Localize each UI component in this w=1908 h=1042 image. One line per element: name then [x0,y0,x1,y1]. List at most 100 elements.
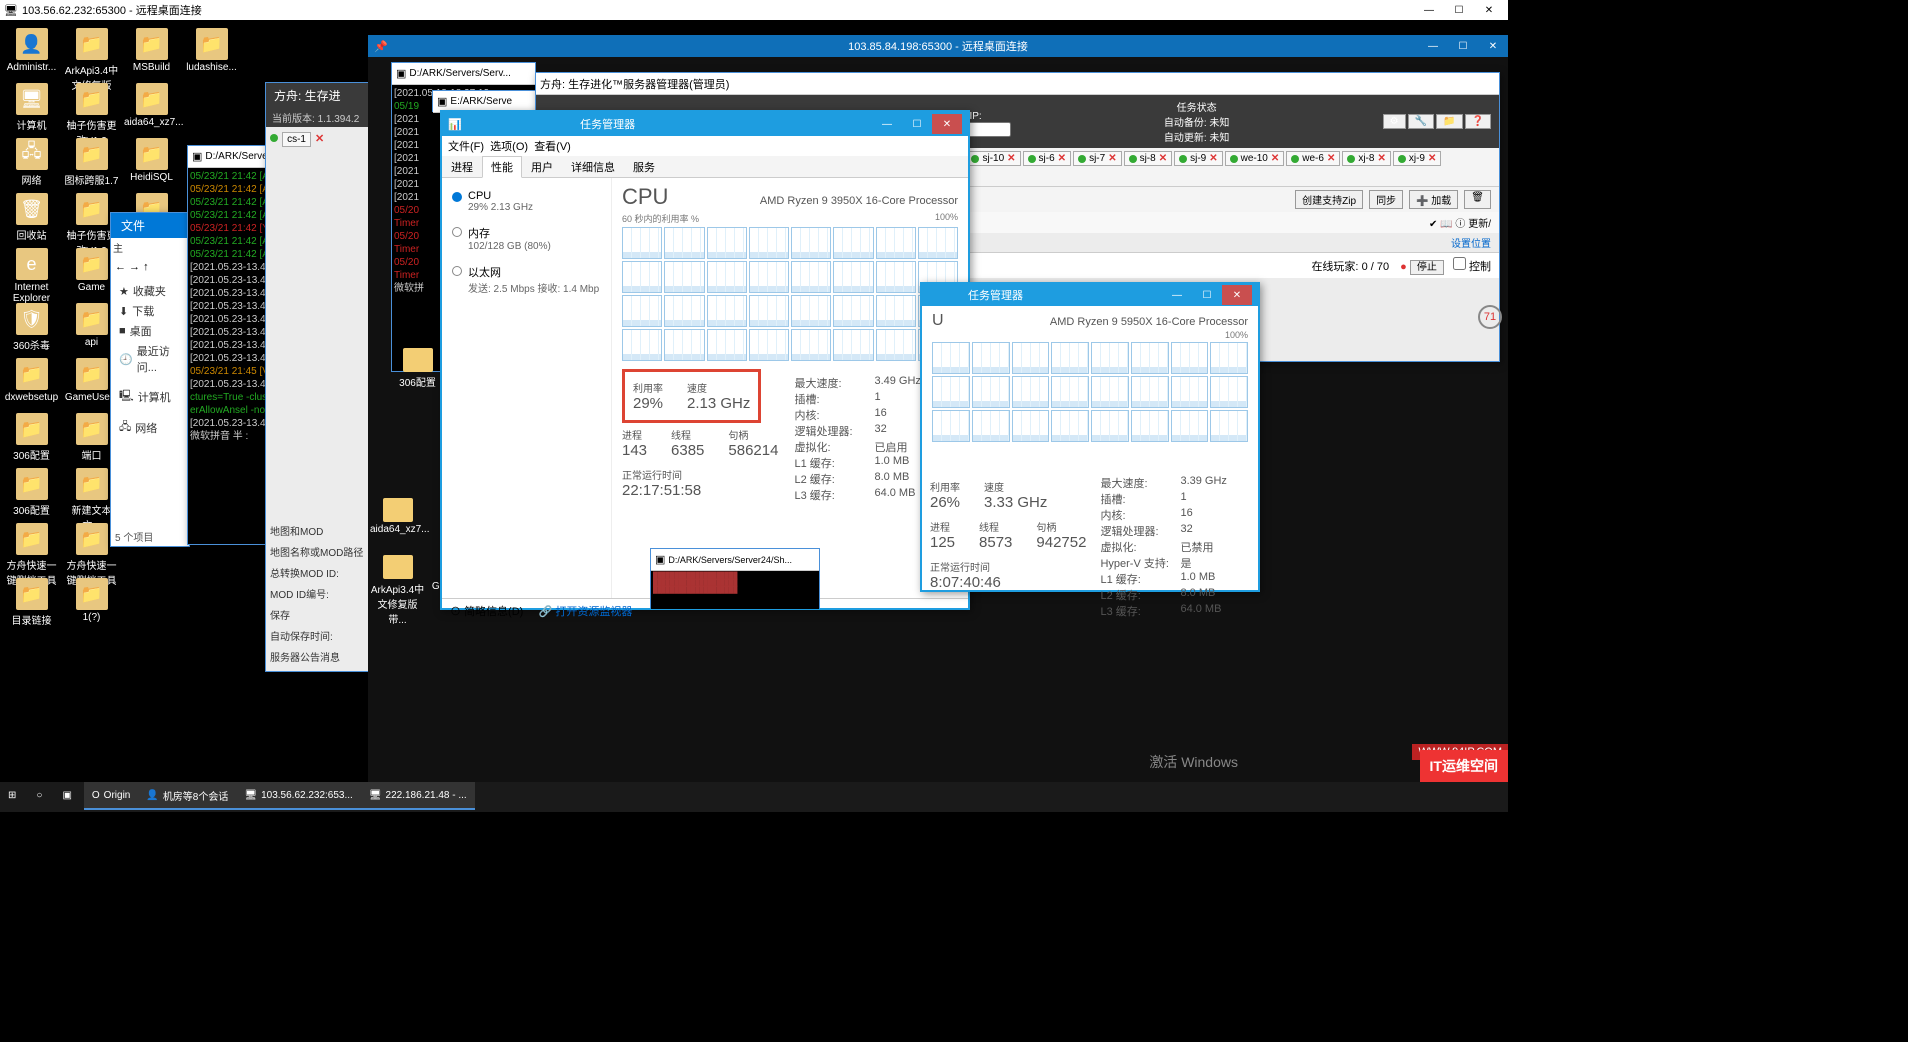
desktop-icon[interactable]: 🛡360杀毒 [4,303,59,352]
minimize-button[interactable]: — [1414,0,1444,20]
desktop-icon[interactable]: 🗑回收站 [4,193,59,242]
tm1-min[interactable]: — [872,114,902,134]
cpu-info-row: L2 缓存:8.0 MB [794,471,920,487]
nav-pc[interactable]: 🖳 计算机 [115,385,185,408]
tm1-side-mem[interactable]: 内存102/128 GB (80%) [450,221,603,260]
tm-tab[interactable]: 进程 [442,156,482,177]
cpu-core-graph [1012,376,1050,408]
server-tab[interactable]: sj-7 ✕ [1073,151,1122,166]
tm-tab[interactable]: 性能 [482,156,522,178]
ark1-field: 总转换MOD ID: [270,562,375,583]
cpu-core-graph [972,410,1010,442]
desktop-icon[interactable]: 🖧网络 [4,138,59,187]
tool-btn[interactable]: 📁 [1436,114,1462,129]
cpu-info-row: L3 缓存:64.0 MB [1100,603,1226,619]
cpu-core-graph [1091,342,1129,374]
tm-tab[interactable]: 用户 [522,156,562,177]
taskbar-item[interactable]: OOrigin [84,782,138,810]
tool-btn[interactable]: ⚙ [1383,114,1406,129]
server-tab[interactable]: xj-9 ✕ [1393,151,1442,166]
server-tab[interactable]: we-10 ✕ [1225,151,1285,166]
tm1-side-cpu[interactable]: CPU29% 2.13 GHz [450,186,603,221]
cpu-core-graph [1171,410,1209,442]
file-menu[interactable]: 文件 [111,213,189,238]
add-button[interactable]: ➕ 加载 [1409,190,1458,209]
taskbar-item[interactable]: ○ [28,782,54,810]
desktop-icon[interactable]: 📁HeidiSQL [124,138,179,183]
ark1-field: 保存 [270,604,375,625]
cpu-core-graph [1012,342,1050,374]
cpu-core-graph [1210,342,1248,374]
nav-fav[interactable]: ★ 收藏夹 [115,281,185,301]
tm2-max[interactable]: ☐ [1192,285,1222,305]
server-tab[interactable]: sj-8 ✕ [1124,151,1173,166]
desktop-icon[interactable]: 📁aida64_xz7... [124,83,179,128]
inner-rdp-titlebar[interactable]: 📌 103.85.84.198:65300 - 远程桌面连接 — ☐ ✕ [368,35,1508,57]
tm1-side-eth[interactable]: 以太网发送: 2.5 Mbps 接收: 1.4 Mbp [450,260,603,303]
cpu-core-graph [664,329,704,361]
desktop-icon[interactable]: 📁目录链接 [4,578,59,627]
cpu-core-graph [622,227,662,259]
server-tab[interactable]: sj-6 ✕ [1023,151,1072,166]
close-button[interactable]: ✕ [1474,0,1504,20]
inner-max[interactable]: ☐ [1448,36,1478,56]
inner-desktop-icon[interactable]: ArkApi3.4中文修复版带... [370,555,425,626]
ark-mgr-1: 方舟: 生存进 当前版本: 1.1.394.2 cs-1 ✕ 地图和MOD地图名… [265,82,380,672]
server-tab[interactable]: xj-8 ✕ [1342,151,1391,166]
tm2-min[interactable]: — [1162,285,1192,305]
cpu-core-graph [1051,342,1089,374]
del-button[interactable]: 🗑 [1464,190,1491,209]
desktop-icon[interactable]: eInternet Explorer [4,248,59,304]
taskbar-item[interactable]: 👤机房等8个会话 [138,782,236,810]
tm1-close[interactable]: ✕ [932,114,962,134]
desktop-icon[interactable]: 👤Administr... [4,28,59,73]
sync-button[interactable]: 同步 [1369,190,1403,209]
desktop-icon[interactable]: 📁MSBuild [124,28,179,73]
zip-button[interactable]: 创建支持Zip [1295,190,1363,209]
taskbar-item[interactable]: ⊞ [0,782,28,810]
nav-recent[interactable]: 🕘 最近访问... [115,341,185,377]
nav-dl[interactable]: ⬇ 下载 [115,301,185,321]
maximize-button[interactable]: ☐ [1444,0,1474,20]
tm1-max[interactable]: ☐ [902,114,932,134]
brief-link[interactable]: ⊙ 简略信息(D) [450,606,523,618]
desktop-icon[interactable]: 🖥计算机 [4,83,59,132]
resmon-link[interactable]: 🔗 打开资源监视器 [539,606,633,618]
server-tab[interactable]: sj-10 ✕ [966,151,1020,166]
nav-net[interactable]: 🖧 网络 [115,416,185,439]
ark1-title: 方舟: 生存进 [274,87,341,104]
desktop-icon[interactable]: 📁1(?) [64,578,119,623]
cpu-info-row: Hyper-V 支持:是 [1100,555,1226,571]
cpu-info-row: 最大速度:3.49 GHz [794,375,920,391]
tm1-tabs[interactable]: 进程性能用户详细信息服务 [442,156,968,178]
tm2-title: 任务管理器 [968,287,1023,303]
taskbar-item[interactable]: 🖥222.186.21.48 - ... [361,782,475,810]
desktop-icon[interactable]: 📁dxwebsetup [4,358,59,403]
tm2-close[interactable]: ✕ [1222,285,1252,305]
inner-desktop-icon[interactable]: aida64_xz7... [370,498,425,554]
tool-btn[interactable]: 🔧 [1408,114,1434,129]
taskbar-item[interactable]: 🖥103.56.62.232:653... [236,782,360,810]
tm-tab[interactable]: 服务 [624,156,664,177]
inner-close[interactable]: ✕ [1478,36,1508,56]
ark1-tab[interactable]: cs-1 [282,132,311,147]
home-menu[interactable]: 主 [111,238,189,257]
desktop-icon[interactable]: 📁ludashise... [184,28,239,73]
ctrl-check[interactable] [1453,257,1466,270]
cpu-core-graph [1091,376,1129,408]
tm-tab[interactable]: 详细信息 [562,156,624,177]
outer-rdp-title: 103.56.62.232:65300 - 远程桌面连接 [22,2,202,18]
cpu-core-graph [918,227,958,259]
inner-desktop-icon[interactable]: 306配置 [390,348,445,389]
inner-min[interactable]: — [1418,36,1448,56]
desktop-icon[interactable]: 📁图标跨服1.7 [64,138,119,187]
nav-desktop[interactable]: ■ 桌面 [115,321,185,341]
stop-button[interactable]: 停止 [1410,260,1444,275]
desktop-icon[interactable]: 📁306配置 [4,413,59,462]
tool-btn[interactable]: ❓ [1465,114,1491,129]
server-tab[interactable]: we-6 ✕ [1286,151,1340,166]
taskbar-item[interactable]: ▣ [54,782,83,810]
tm1-menus[interactable]: 文件(F) 选项(O) 查看(V) [442,136,968,156]
server-tab[interactable]: sj-9 ✕ [1174,151,1223,166]
desktop-icon[interactable]: 📁306配置 [4,468,59,517]
